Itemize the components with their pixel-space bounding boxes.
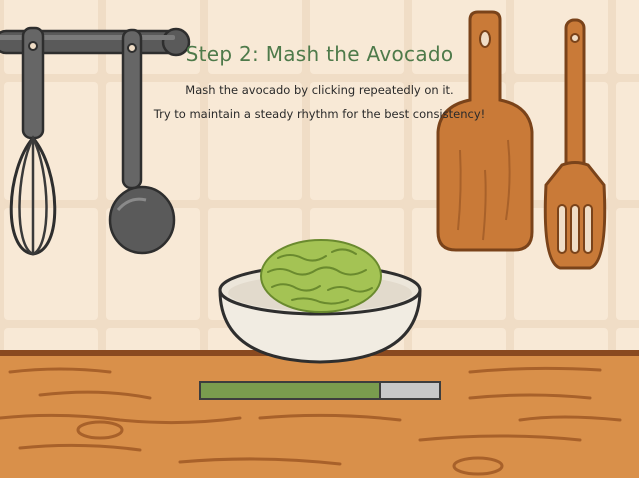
instruction-line-1: Mash the avocado by clicking repeatedly … [185, 83, 454, 97]
mash-progress-bar [199, 381, 441, 400]
avocado-icon[interactable] [260, 239, 382, 313]
mash-progress-fill [201, 383, 381, 398]
step-title: Step 2: Mash the Avocado [185, 42, 454, 66]
game-scene: Step 2: Mash the Avocado Mash the avocad… [0, 0, 639, 478]
instruction-line-2: Try to maintain a steady rhythm for the … [153, 107, 486, 121]
wooden-counter [0, 350, 639, 478]
kitchen-background [0, 0, 639, 478]
